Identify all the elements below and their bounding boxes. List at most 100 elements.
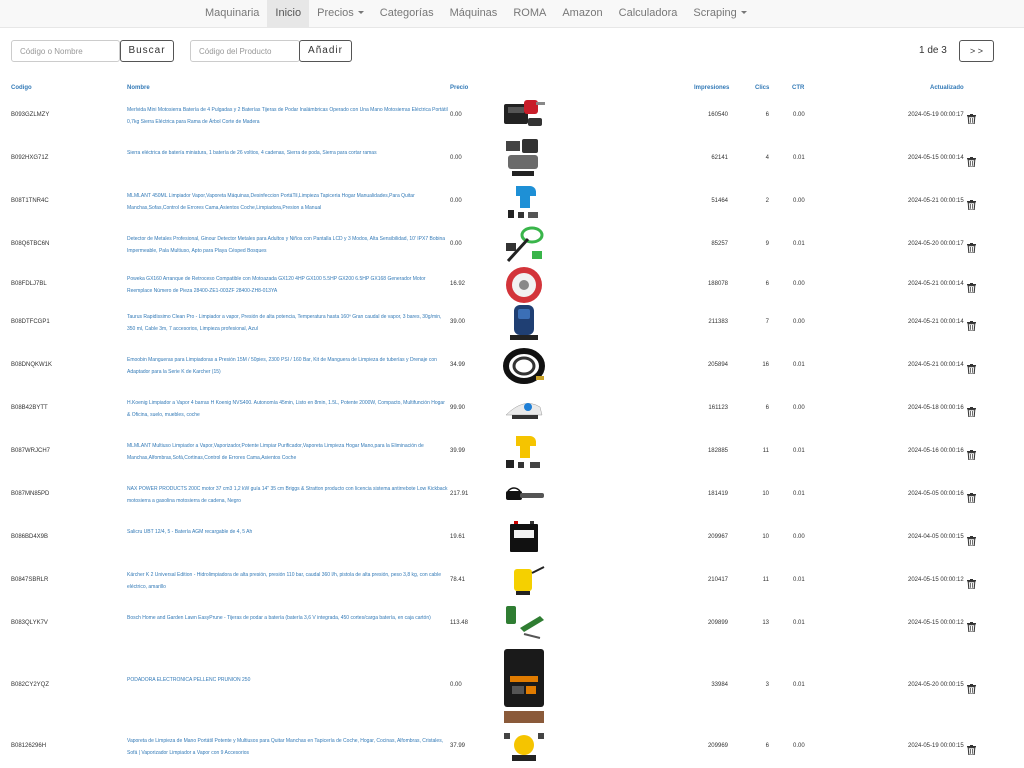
trash-icon[interactable] bbox=[967, 154, 976, 167]
mini-saw-icon[interactable] bbox=[502, 138, 546, 179]
product-price: 113.48 bbox=[450, 620, 468, 626]
nav-item-2[interactable]: Precios bbox=[309, 0, 372, 27]
product-updated: 2024-05-21 00:00:14 bbox=[908, 319, 964, 325]
product-name-link[interactable]: Merlvida Mini Motosierra Batería de 4 Pu… bbox=[127, 104, 449, 128]
search-button[interactable]: Buscar bbox=[120, 40, 174, 62]
product-ctr: 0.00 bbox=[793, 281, 805, 287]
product-name-link[interactable]: Bosch Home and Garden Lawn EasyPrune - T… bbox=[127, 612, 449, 636]
nav-item-label: Calculadora bbox=[618, 7, 678, 19]
product-code: B0847SBRLR bbox=[11, 577, 49, 583]
product-name-link[interactable]: H.Koenig Limpiador a Vapor 4 barras H Ko… bbox=[127, 397, 449, 421]
product-updated: 2024-05-05 00:00:16 bbox=[908, 491, 964, 497]
product-code: B08126296H bbox=[11, 742, 47, 749]
product-code: B086BD4X9B bbox=[11, 534, 49, 540]
product-name-link[interactable]: Detector de Metales Profesional, Ginour … bbox=[127, 233, 449, 257]
trash-icon[interactable] bbox=[967, 742, 976, 755]
product-code-input[interactable] bbox=[190, 40, 300, 62]
nav-item-3[interactable]: Categorías bbox=[372, 0, 442, 27]
product-name-link[interactable]: PODADORA ELECTRONICA PELLENC PRUNION 250 bbox=[127, 674, 449, 698]
product-ctr: 0.01 bbox=[793, 240, 805, 247]
product-name-link[interactable]: Kärcher K 2 Universal Edition - Hidrolim… bbox=[127, 569, 449, 593]
table-row: B08126296H Vaporeta de Limpieza de Mano … bbox=[0, 723, 1024, 768]
trash-icon[interactable] bbox=[967, 619, 976, 633]
product-impressions: 85257 bbox=[711, 240, 728, 247]
hose-coil-icon[interactable] bbox=[502, 343, 546, 389]
product-impressions: 210417 bbox=[707, 577, 728, 583]
product-ctr: 0.00 bbox=[793, 534, 805, 540]
trash-icon[interactable] bbox=[967, 533, 976, 547]
nav-item-1[interactable]: Inicio bbox=[267, 0, 310, 27]
product-name-link[interactable]: Taurus Rapidissimo Clean Pro - Limpiador… bbox=[127, 311, 449, 335]
pruning-shears-icon[interactable] bbox=[502, 601, 546, 647]
steam-cleaner-kit-icon[interactable] bbox=[502, 725, 546, 768]
trash-icon[interactable] bbox=[967, 280, 976, 294]
gas-chainsaw-icon[interactable] bbox=[502, 483, 546, 507]
trash-icon[interactable] bbox=[967, 318, 976, 332]
pressure-washer-icon[interactable] bbox=[502, 563, 546, 599]
header-ctr[interactable]: CTR bbox=[792, 85, 804, 91]
nav-item-7[interactable]: Calculadora bbox=[611, 0, 686, 27]
header-price[interactable]: Precio bbox=[450, 85, 468, 91]
product-name-link[interactable]: Vaporeta de Limpieza de Mano Portátil Po… bbox=[127, 735, 449, 759]
header-code[interactable]: Codigo bbox=[11, 85, 32, 91]
product-code: B08DNQKW1K bbox=[11, 362, 53, 368]
nav-item-label: Máquinas bbox=[449, 7, 498, 19]
chainsaw-case-icon[interactable] bbox=[502, 96, 546, 136]
trash-icon[interactable] bbox=[967, 197, 976, 210]
nav-item-5[interactable]: ROMA bbox=[505, 0, 554, 27]
add-button[interactable]: Añadir bbox=[299, 40, 352, 62]
search-input[interactable] bbox=[11, 40, 120, 62]
steam-cleaner-blue-icon[interactable] bbox=[502, 182, 546, 222]
product-name-link[interactable]: Poweka GX160 Arranque de Retroceso Compa… bbox=[127, 273, 449, 297]
product-price: 19.61 bbox=[450, 534, 466, 540]
product-code: B08B42BYTT bbox=[11, 405, 48, 411]
nav-item-8[interactable]: Scraping bbox=[685, 0, 754, 27]
header-updated[interactable]: Actualizado bbox=[930, 85, 964, 91]
table-row: B08Q6TBC6N Detector de Metales Profesion… bbox=[0, 223, 1024, 266]
trash-icon[interactable] bbox=[967, 111, 976, 124]
product-impressions: 33984 bbox=[711, 681, 728, 688]
product-name-link[interactable]: Emoobin Mangueras para Limpiadoras a Pre… bbox=[127, 354, 449, 378]
steam-cleaner-dark-icon[interactable] bbox=[502, 305, 546, 341]
recoil-starter-icon[interactable] bbox=[502, 267, 546, 303]
header-name[interactable]: Nombre bbox=[127, 85, 150, 91]
table-row: B086BD4X9B Salicru UBT 12/4, 5 - Batería… bbox=[0, 514, 1024, 562]
product-price: 0.00 bbox=[450, 681, 462, 688]
product-clicks: 3 bbox=[765, 681, 769, 688]
caret-down-icon bbox=[357, 10, 364, 14]
metal-detector-icon[interactable] bbox=[502, 225, 546, 265]
product-impressions: 160540 bbox=[707, 111, 728, 118]
trash-icon[interactable] bbox=[967, 404, 976, 418]
product-clicks: 2 bbox=[765, 197, 769, 204]
trash-icon[interactable] bbox=[967, 681, 976, 694]
trash-icon[interactable] bbox=[967, 576, 976, 590]
product-name-link[interactable]: MLMLANT Multiuso Limpiador a Vapor,Vapor… bbox=[127, 440, 449, 464]
trash-icon[interactable] bbox=[967, 447, 976, 461]
product-code: B08DTFCGP1 bbox=[11, 319, 50, 325]
nav-item-6[interactable]: Amazon bbox=[554, 0, 610, 27]
nav-item-4[interactable]: Máquinas bbox=[442, 0, 506, 27]
product-price: 37.99 bbox=[450, 742, 466, 749]
product-code: B092HXG71Z bbox=[11, 154, 49, 161]
agm-battery-icon[interactable] bbox=[502, 518, 546, 558]
steam-cleaner-yellow-icon[interactable] bbox=[502, 429, 546, 475]
product-code: B093GZLMZY bbox=[11, 111, 50, 118]
nav-item-0[interactable]: Maquinaria bbox=[197, 0, 267, 27]
next-page-button[interactable]: > > bbox=[959, 40, 994, 62]
product-code: B087WRJCH7 bbox=[11, 448, 51, 454]
trash-icon[interactable] bbox=[967, 240, 976, 253]
header-clicks[interactable]: Clics bbox=[755, 85, 769, 91]
product-name-link[interactable]: MLMLANT 450ML Limpiador Vapor,Vaporeta M… bbox=[127, 190, 449, 214]
pruner-case-icon[interactable] bbox=[502, 647, 546, 725]
steam-cleaner-white-icon[interactable] bbox=[502, 394, 546, 424]
product-name-link[interactable]: Sierra eléctrica de batería miniatura, 1… bbox=[127, 147, 449, 171]
product-name-link[interactable]: NAX POWER PRODUCTS 200C motor 37 cm3 1,2… bbox=[127, 483, 449, 507]
product-impressions: 209969 bbox=[707, 742, 728, 749]
trash-icon[interactable] bbox=[967, 490, 976, 504]
product-code: B08FDLJ7BL bbox=[11, 281, 47, 287]
table-row: B083QLYK7V Bosch Home and Garden Lawn Ea… bbox=[0, 600, 1024, 648]
trash-icon[interactable] bbox=[967, 361, 976, 375]
header-impressions[interactable]: Impresiones bbox=[694, 85, 729, 91]
product-name-link[interactable]: Salicru UBT 12/4, 5 - Batería AGM recarg… bbox=[127, 526, 449, 550]
product-code: B082CY2YQZ bbox=[11, 681, 50, 688]
